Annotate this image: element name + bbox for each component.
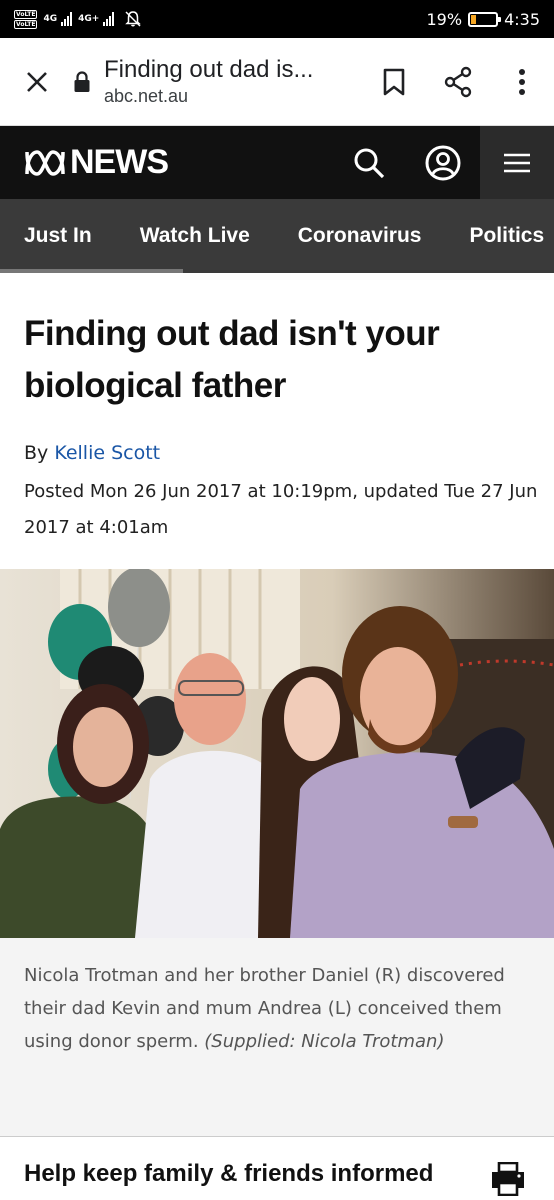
author-link[interactable]: Kellie Scott (54, 442, 160, 464)
publish-dates: Posted Mon 26 Jun 2017 at 10:19pm, updat… (24, 481, 538, 538)
byline: By Kellie Scott (24, 442, 160, 464)
volte-indicator: VoLTE VoLTE (14, 9, 38, 29)
nav-item-politics[interactable]: Politics (445, 199, 554, 273)
battery-fill (471, 14, 476, 24)
status-left: VoLTE VoLTE 4G 4G+ (14, 9, 142, 29)
account-button[interactable] (406, 126, 480, 199)
article-headline: Finding out dad isn't your biological fa… (24, 314, 440, 405)
page-title: Finding out dad is... (104, 56, 314, 83)
status-bar: VoLTE VoLTE 4G 4G+ 19% 4:35 (0, 0, 554, 38)
clock: 4:35 (504, 9, 540, 29)
bookmark-button[interactable] (362, 38, 426, 126)
account-icon (425, 145, 461, 180)
battery-icon (468, 11, 502, 27)
search-button[interactable] (332, 126, 406, 199)
nav-item-watch-live[interactable]: Watch Live (116, 199, 274, 273)
menu-button[interactable] (480, 126, 554, 199)
close-icon (27, 71, 47, 92)
help-heading: Help keep family & friends informed (24, 1160, 434, 1187)
close-tab-button[interactable] (0, 38, 74, 126)
more-options-button[interactable] (490, 38, 554, 126)
signal-bars-2-icon (103, 12, 115, 26)
bookmark-icon (383, 68, 405, 95)
browser-toolbar: Finding out dad is... abc.net.au (0, 38, 554, 126)
logo-text: NEWS (70, 143, 169, 181)
battery-percent: 19% (426, 9, 463, 29)
nav-item-coronavirus[interactable]: Coronavirus (274, 199, 446, 273)
section-divider (0, 1136, 554, 1137)
site-header: NEWS (0, 126, 554, 199)
url-block[interactable]: Finding out dad is... abc.net.au (104, 56, 362, 107)
photo-caption: Nicola Trotman and her brother Daniel (R… (24, 959, 534, 1058)
volte-label-2: VoLTE (14, 19, 38, 29)
muted-bell-icon (125, 11, 142, 27)
search-icon (354, 148, 385, 178)
menu-icon (504, 153, 530, 172)
url-domain: abc.net.au (104, 86, 189, 106)
network-type-1: 4G (43, 14, 58, 24)
nav-scroll-indicator (0, 269, 183, 273)
share-button[interactable] (426, 38, 490, 126)
byline-prefix: By (24, 442, 49, 464)
article-photo[interactable] (0, 569, 554, 938)
abc-lissajous-icon (25, 149, 65, 176)
signal-bars-1-icon (61, 12, 73, 26)
status-right: 19% 4:35 (427, 10, 541, 29)
section-nav: Just In Watch Live Coronavirus Politics (0, 199, 554, 273)
lock-icon (74, 70, 90, 92)
family-photo-image (0, 569, 554, 938)
photo-credit: (Supplied: Nicola Trotman) (204, 1031, 445, 1052)
volte-label-1: VoLTE (14, 9, 38, 19)
abc-news-logo[interactable]: NEWS (24, 143, 169, 182)
share-icon (444, 66, 472, 97)
nav-item-just-in[interactable]: Just In (0, 199, 116, 273)
network-type-2: 4G+ (78, 14, 100, 24)
print-icon[interactable] (490, 1162, 526, 1196)
more-vert-icon (519, 68, 525, 95)
